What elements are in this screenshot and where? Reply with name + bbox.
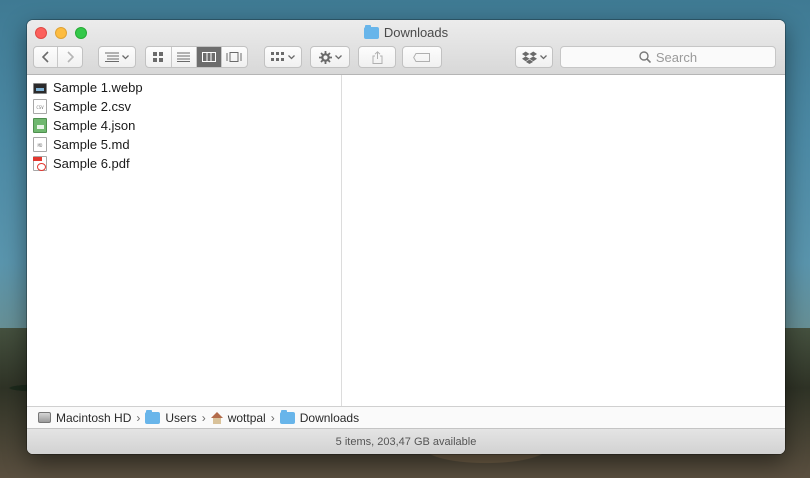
tags-button[interactable] — [402, 46, 442, 68]
share-button[interactable] — [358, 46, 396, 68]
home-icon — [210, 411, 223, 424]
search-icon — [639, 51, 651, 63]
file-column: Sample 1.webp Sample 2.csv Sample 4.json… — [27, 75, 342, 406]
file-name: Sample 4.json — [53, 118, 136, 133]
gallery-view-icon — [226, 52, 242, 62]
back-forward-control — [33, 46, 83, 68]
column-browser: Sample 1.webp Sample 2.csv Sample 4.json… — [27, 75, 785, 406]
gear-icon — [318, 50, 332, 64]
chevron-down-icon — [288, 54, 295, 59]
gallery-view-button[interactable] — [222, 47, 247, 67]
chevron-down-icon — [122, 54, 129, 59]
chevron-down-icon — [539, 54, 547, 59]
folder-icon — [363, 24, 379, 39]
action-menu-button[interactable] — [310, 46, 350, 68]
file-name: Sample 6.pdf — [53, 156, 130, 171]
path-separator: › — [270, 410, 275, 425]
preview-column — [342, 75, 785, 406]
title-bar: Downloads Search — [27, 20, 785, 75]
window-title: Downloads — [27, 24, 785, 40]
file-name: Sample 5.md — [53, 137, 130, 152]
arrange-button[interactable] — [98, 46, 136, 68]
hard-drive-icon — [38, 412, 51, 423]
file-name: Sample 1.webp — [53, 80, 143, 95]
tag-icon — [413, 52, 430, 62]
list-item[interactable]: Sample 5.md — [27, 135, 341, 154]
dropbox-icon — [521, 51, 537, 64]
path-separator: › — [201, 410, 206, 425]
toolbar: Search — [33, 46, 777, 70]
list-item[interactable]: Sample 1.webp — [27, 78, 341, 97]
image-file-icon — [33, 82, 47, 94]
list-item[interactable]: Sample 4.json — [27, 116, 341, 135]
icon-view-button[interactable] — [146, 47, 172, 67]
path-item-macintosh-hd[interactable]: Macintosh HD — [56, 411, 131, 425]
forward-button[interactable] — [58, 47, 82, 67]
window-title-text: Downloads — [383, 25, 449, 40]
list-item[interactable]: Sample 6.pdf — [27, 154, 341, 173]
folder-icon — [279, 409, 295, 424]
path-item-downloads[interactable]: Downloads — [300, 411, 359, 425]
list-view-icon — [177, 52, 191, 62]
icon-view-icon — [153, 52, 164, 62]
column-view-icon — [201, 52, 216, 62]
list-view-button[interactable] — [172, 47, 197, 67]
group-icon — [271, 52, 284, 61]
path-item-home[interactable]: wottpal — [228, 411, 266, 425]
file-name: Sample 2.csv — [53, 99, 132, 114]
share-icon — [372, 50, 382, 64]
list-arrange-icon — [105, 52, 119, 62]
path-bar: Macintosh HD › Users › wottpal › Downloa… — [27, 406, 785, 428]
view-mode-control — [145, 46, 248, 68]
chevron-down-icon — [334, 54, 342, 59]
back-button[interactable] — [34, 47, 59, 67]
path-item-users[interactable]: Users — [165, 411, 196, 425]
chevron-right-icon — [67, 51, 74, 63]
search-placeholder: Search — [655, 49, 698, 65]
status-text: 5 items, 203,47 GB available — [335, 435, 477, 448]
group-by-button[interactable] — [264, 46, 302, 68]
search-field[interactable]: Search — [560, 46, 776, 68]
csv-file-icon — [33, 99, 47, 114]
status-bar: 5 items, 203,47 GB available — [27, 428, 785, 454]
md-file-icon — [33, 137, 47, 152]
column-view-button[interactable] — [197, 47, 222, 67]
path-separator: › — [136, 410, 141, 425]
list-item[interactable]: Sample 2.csv — [27, 97, 341, 116]
pdf-file-icon — [33, 156, 47, 171]
dropbox-button[interactable] — [515, 46, 553, 68]
folder-icon — [145, 409, 161, 424]
finder-window: Downloads Search Sample 1.webp CSV Sampl… — [27, 20, 785, 454]
json-file-icon — [33, 118, 47, 133]
chevron-left-icon — [41, 51, 49, 63]
